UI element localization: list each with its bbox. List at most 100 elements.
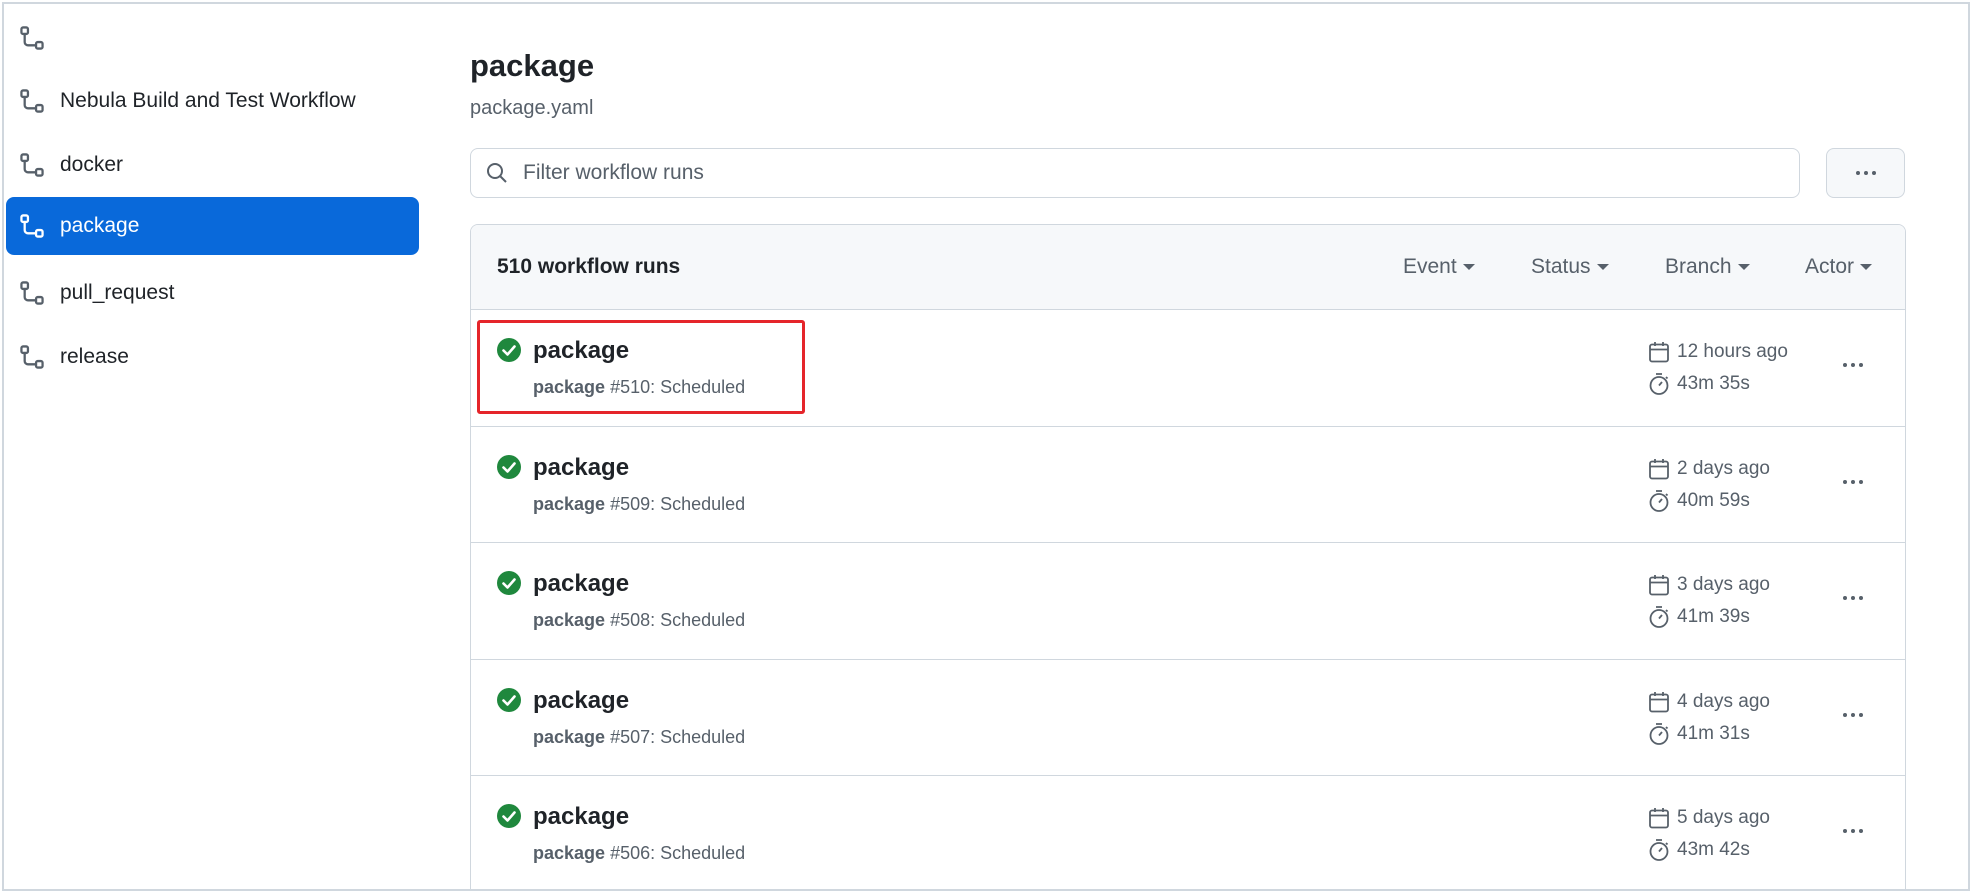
run-duration-text: 43m 42s [1677, 839, 1750, 860]
run-title[interactable]: package [533, 687, 629, 715]
runs-list-header: 510 workflow runs Event Status Branch Ac… [471, 225, 1905, 310]
stopwatch-icon [1649, 839, 1669, 861]
run-menu-button[interactable] [1831, 583, 1875, 613]
check-circle-icon [497, 454, 521, 479]
run-duration: 41m 39s [1647, 605, 1750, 629]
run-number: #507: Scheduled [610, 726, 746, 747]
stopwatch-icon [1649, 373, 1669, 395]
run-duration: 40m 59s [1647, 489, 1750, 513]
run-date-text: 3 days ago [1677, 574, 1770, 595]
caret-down-icon [1860, 264, 1873, 270]
workflow-icon [18, 151, 46, 179]
workflow-icon [18, 212, 46, 240]
run-date: 2 days ago [1647, 457, 1770, 481]
check-circle-icon [497, 687, 521, 712]
workflow-icon [18, 24, 46, 52]
kebab-horizontal-icon [1843, 712, 1863, 717]
sidebar-item-docker[interactable]: docker [6, 136, 419, 194]
caret-down-icon [1462, 264, 1475, 270]
calendar-icon [1649, 575, 1669, 596]
run-title[interactable]: package [533, 454, 629, 482]
kebab-horizontal-icon [1843, 596, 1863, 600]
calendar-icon [1649, 342, 1669, 363]
stopwatch-icon [1649, 606, 1669, 628]
workflow-run-row[interactable]: package package #509: Scheduled 2 days a… [471, 427, 1905, 543]
sidebar-item-label: docker [60, 153, 124, 176]
run-date-text: 2 days ago [1677, 457, 1770, 479]
workflow-sidebar: Nebula Build and Test Workflow docker pa… [4, 4, 424, 889]
run-duration-text: 40m 59s [1677, 489, 1750, 511]
sidebar-item-release[interactable]: release [6, 328, 419, 386]
filter-label: Status [1531, 255, 1591, 278]
run-date: 3 days ago [1647, 573, 1770, 597]
run-duration-text: 41m 31s [1677, 722, 1750, 744]
filter-search-box[interactable] [470, 148, 1800, 198]
sidebar-item-workflow-0[interactable] [6, 9, 419, 67]
workflow-run-row[interactable]: package package #508: Scheduled 3 days a… [471, 543, 1905, 660]
workflow-icon [18, 87, 46, 115]
run-date-text: 4 days ago [1677, 690, 1770, 712]
search-icon [485, 161, 509, 185]
sidebar-item-pull-request[interactable]: pull_request [6, 264, 419, 322]
run-description: package #506: Scheduled [533, 843, 745, 864]
sidebar-item-label: pull_request [60, 281, 175, 304]
workflow-main: package package.yaml 510 workflow runs [470, 4, 1906, 889]
run-duration: 43m 35s [1647, 372, 1750, 396]
kebab-horizontal-icon [1843, 829, 1863, 833]
workflow-file-link[interactable]: package.yaml [470, 97, 593, 120]
run-workflow-name: package [533, 377, 606, 397]
calendar-icon [1649, 458, 1669, 479]
caret-down-icon [1737, 264, 1750, 270]
run-title[interactable]: package [533, 337, 629, 365]
workflow-runs-list: 510 workflow runs Event Status Branch Ac… [470, 224, 1906, 889]
workflow-icon [18, 343, 46, 371]
run-number: #509: Scheduled [610, 493, 746, 514]
check-circle-icon [497, 804, 521, 828]
run-workflow-name: package [533, 843, 606, 863]
run-number: #510: Scheduled [610, 377, 746, 397]
kebab-horizontal-icon [1843, 363, 1863, 367]
workflow-run-row[interactable]: package package #506: Scheduled 5 days a… [471, 776, 1905, 889]
actor-filter[interactable]: Actor [1805, 255, 1873, 279]
sidebar-item-package[interactable]: package [6, 197, 419, 255]
run-description: package #510: Scheduled [533, 377, 745, 398]
run-title[interactable]: package [533, 803, 629, 831]
run-workflow-name: package [533, 726, 606, 747]
calendar-icon [1649, 691, 1669, 712]
run-duration: 43m 42s [1647, 838, 1750, 862]
workflow-menu-button[interactable] [1826, 148, 1905, 198]
event-filter[interactable]: Event [1403, 255, 1475, 279]
workflow-run-row[interactable]: package package #507: Scheduled 4 days a… [471, 660, 1905, 776]
run-duration: 41m 31s [1647, 722, 1750, 746]
workflow-run-row[interactable]: package package #510: Scheduled 12 hours… [471, 310, 1905, 427]
run-title[interactable]: package [533, 570, 629, 598]
kebab-horizontal-icon [1843, 479, 1863, 484]
run-menu-button[interactable] [1831, 700, 1875, 730]
calendar-icon [1649, 808, 1669, 829]
run-date: 5 days ago [1647, 806, 1770, 830]
run-date: 4 days ago [1647, 690, 1770, 714]
sidebar-item-nebula-build[interactable]: Nebula Build and Test Workflow [6, 72, 419, 130]
run-duration-text: 43m 35s [1677, 373, 1750, 394]
stopwatch-icon [1649, 489, 1669, 512]
run-menu-button[interactable] [1831, 350, 1875, 380]
run-workflow-name: package [533, 610, 606, 630]
check-circle-icon [497, 338, 521, 362]
kebab-horizontal-icon [1855, 171, 1876, 175]
runs-count: 510 workflow runs [497, 255, 681, 278]
run-description: package #509: Scheduled [533, 494, 745, 515]
stopwatch-icon [1649, 722, 1669, 745]
filter-runs-input[interactable] [523, 161, 1773, 185]
run-description: package #508: Scheduled [533, 610, 745, 631]
check-circle-icon [497, 571, 521, 595]
run-description: package #507: Scheduled [533, 727, 745, 748]
app-frame: Nebula Build and Test Workflow docker pa… [2, 2, 1970, 891]
run-number: #506: Scheduled [610, 843, 746, 863]
run-date-text: 12 hours ago [1677, 341, 1788, 362]
run-menu-button[interactable] [1831, 467, 1875, 497]
branch-filter[interactable]: Branch [1665, 255, 1750, 279]
workflow-icon [18, 279, 46, 307]
status-filter[interactable]: Status [1531, 255, 1609, 279]
run-menu-button[interactable] [1831, 816, 1875, 846]
filter-label: Actor [1805, 255, 1855, 278]
